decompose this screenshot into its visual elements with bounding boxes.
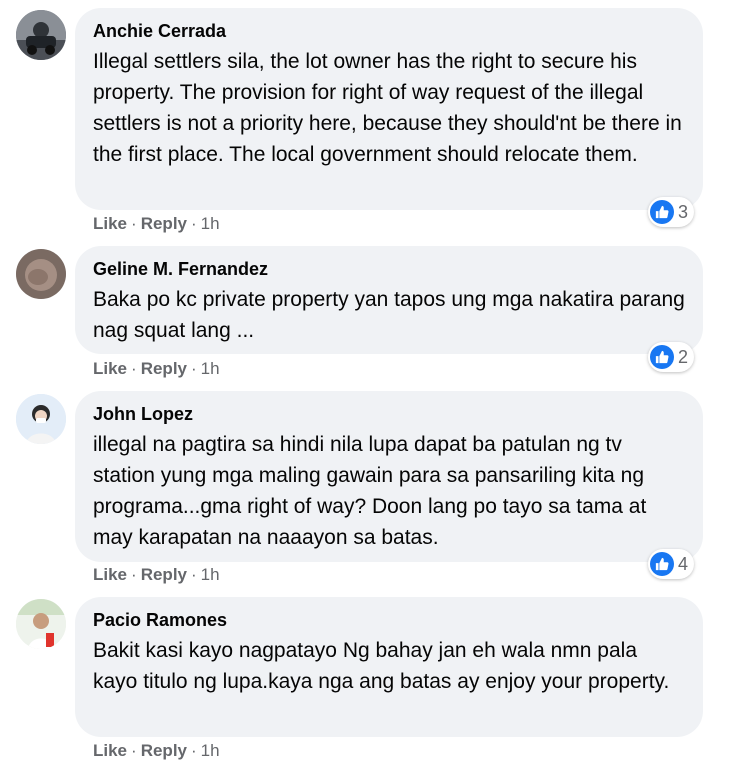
comment-bubble: John Lopez illegal na pagtira sa hindi n… — [75, 391, 703, 562]
separator: · — [131, 741, 137, 760]
separator: · — [131, 565, 137, 584]
comment-actions: Like · Reply · 1h — [93, 565, 220, 585]
comment-bubble: Pacio Ramones Bakit kasi kayo nagpatayo … — [75, 597, 703, 737]
like-button[interactable]: Like — [93, 565, 127, 585]
like-button[interactable]: Like — [93, 741, 127, 761]
avatar[interactable] — [16, 10, 66, 60]
reply-button[interactable]: Reply — [141, 565, 187, 585]
separator: · — [191, 359, 197, 378]
reaction-count[interactable]: 3 — [648, 197, 695, 227]
comment-author[interactable]: Pacio Ramones — [93, 609, 227, 631]
avatar[interactable] — [16, 394, 66, 444]
timestamp[interactable]: 1h — [201, 741, 220, 761]
comment-text: Baka po kc private property yan tapos un… — [93, 288, 685, 342]
comment-actions: Like · Reply · 1h — [93, 214, 220, 234]
separator: · — [191, 565, 197, 584]
avatar-image-icon — [16, 394, 66, 444]
comment-bubble: Geline M. Fernandez Baka po kc private p… — [75, 246, 703, 354]
reaction-count-value: 2 — [678, 346, 689, 367]
comment-text: Bakit kasi kayo nagpatayo Ng bahay jan e… — [93, 639, 670, 693]
avatar-image-icon — [16, 249, 66, 299]
reaction-count[interactable]: 4 — [648, 549, 695, 579]
separator: · — [191, 741, 197, 760]
comment-actions: Like · Reply · 1h — [93, 741, 220, 761]
reply-button[interactable]: Reply — [141, 214, 187, 234]
avatar[interactable] — [16, 249, 66, 299]
like-button[interactable]: Like — [93, 359, 127, 379]
reply-button[interactable]: Reply — [141, 359, 187, 379]
reaction-count[interactable]: 2 — [648, 342, 695, 372]
like-button[interactable]: Like — [93, 214, 127, 234]
like-reaction-icon — [650, 552, 674, 576]
like-reaction-icon — [650, 200, 674, 224]
comment-bubble: Anchie Cerrada Illegal settlers sila, th… — [75, 8, 703, 210]
avatar-image-icon — [16, 599, 66, 649]
timestamp[interactable]: 1h — [201, 565, 220, 585]
avatar[interactable] — [16, 599, 66, 649]
comment-text: illegal na pagtira sa hindi nila lupa da… — [93, 433, 647, 549]
timestamp[interactable]: 1h — [201, 214, 220, 234]
like-reaction-icon — [650, 345, 674, 369]
comment-author[interactable]: John Lopez — [93, 403, 193, 425]
comment-author[interactable]: Geline M. Fernandez — [93, 258, 268, 280]
separator: · — [191, 214, 197, 233]
timestamp[interactable]: 1h — [201, 359, 220, 379]
reaction-count-value: 4 — [678, 553, 689, 574]
comment-author[interactable]: Anchie Cerrada — [93, 20, 226, 42]
reply-button[interactable]: Reply — [141, 741, 187, 761]
separator: · — [131, 214, 137, 233]
comment-actions: Like · Reply · 1h — [93, 359, 220, 379]
avatar-image-icon — [16, 10, 66, 60]
reaction-count-value: 3 — [678, 201, 689, 222]
separator: · — [131, 359, 137, 378]
comment-text: Illegal settlers sila, the lot owner has… — [93, 50, 682, 166]
